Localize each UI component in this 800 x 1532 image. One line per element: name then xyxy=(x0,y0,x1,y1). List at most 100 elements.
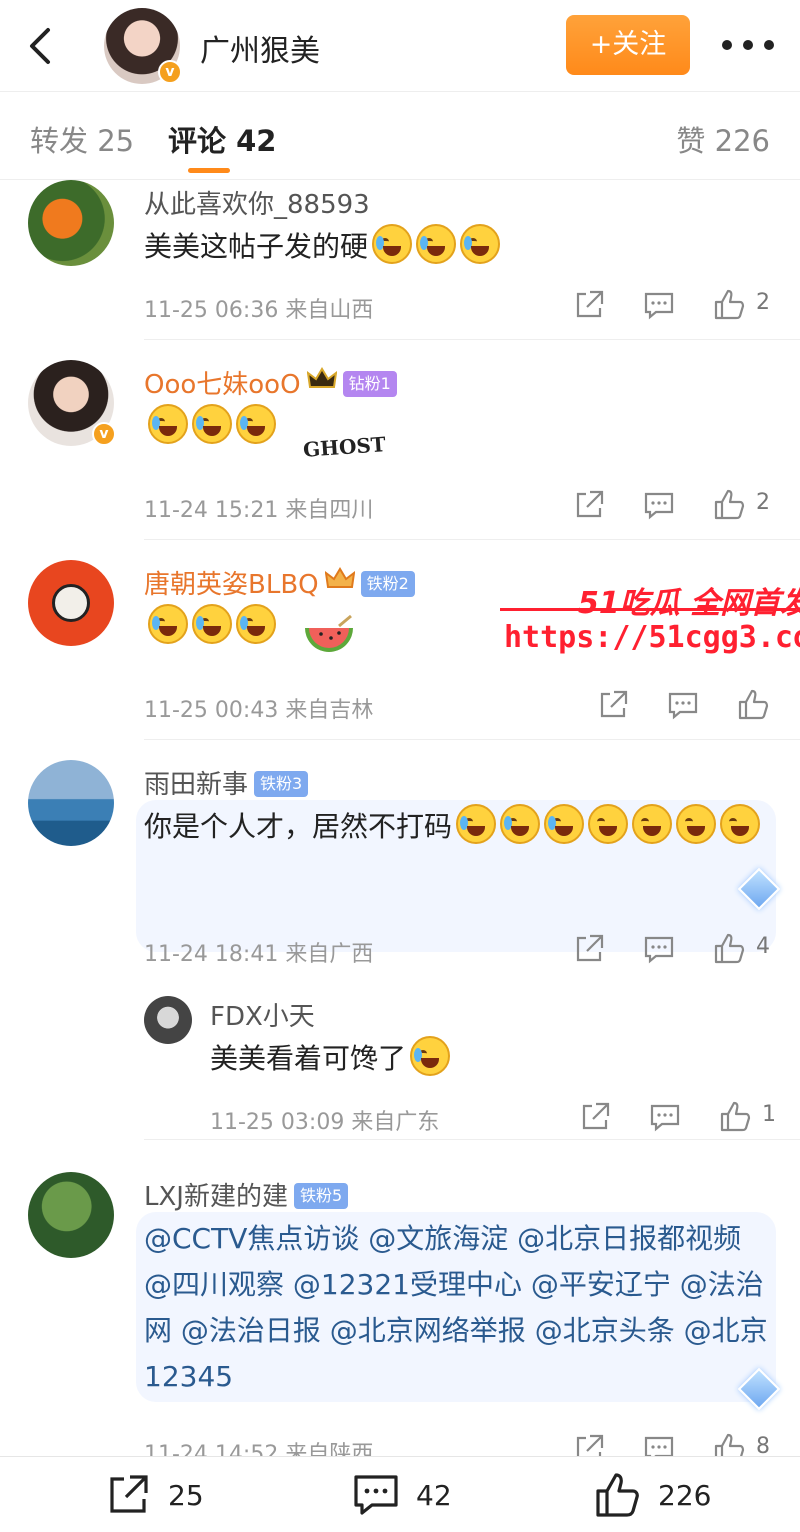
verified-icon: v xyxy=(92,422,116,446)
comment-icon[interactable] xyxy=(642,488,676,522)
top-bar: v 广州狠美 +关注 xyxy=(0,0,800,92)
commenter-avatar[interactable]: v xyxy=(28,360,116,446)
repost-button[interactable]: 25 xyxy=(104,1473,224,1517)
tab-comments[interactable]: 评论 42 xyxy=(168,118,276,160)
comment-item: LXJ新建的建 铁粉5 @CCTV焦点访谈 @文旅海淀 @北京日报都视频 @四川观… xyxy=(0,1140,800,1456)
replier-avatar[interactable] xyxy=(144,996,192,1044)
laugh-cry-emoji-icon xyxy=(192,404,232,444)
back-arrow-icon[interactable] xyxy=(22,24,62,68)
laugh-emoji-icon xyxy=(676,804,717,844)
comment-meta: 11-25 00:43 来自吉林 xyxy=(144,698,374,723)
like-icon[interactable] xyxy=(712,932,746,966)
reply-text: 美美看着可馋了 xyxy=(210,1036,451,1082)
comment-icon[interactable] xyxy=(642,1432,676,1456)
share-icon[interactable] xyxy=(572,1432,606,1456)
laugh-cry-emoji-icon xyxy=(236,604,276,644)
watermark-url: https://51cgg3.com xyxy=(504,620,800,655)
share-icon[interactable] xyxy=(572,488,606,522)
comment-icon[interactable] xyxy=(666,688,700,722)
repost-icon xyxy=(110,1475,148,1513)
like-icon[interactable] xyxy=(712,488,746,522)
laugh-cry-emoji-icon xyxy=(456,804,497,844)
commenter-name-text: 唐朝英姿BLBQ xyxy=(144,570,319,600)
comment-actions: 2 xyxy=(572,488,800,522)
like-icon[interactable] xyxy=(712,288,746,322)
commenter-name[interactable]: 从此喜欢你_88593 xyxy=(144,184,370,221)
share-icon[interactable] xyxy=(572,932,606,966)
follow-button[interactable]: +关注 xyxy=(566,15,690,75)
commenter-name-text: LXJ新建的建 xyxy=(144,1182,288,1212)
comment-icon[interactable] xyxy=(648,1100,682,1134)
laugh-cry-emoji-icon xyxy=(460,224,501,264)
tab-bar: 转发 25 评论 42 赞 226 xyxy=(0,92,800,180)
tab-likes[interactable]: 赞 226 xyxy=(676,118,770,160)
comment-icon[interactable] xyxy=(642,932,676,966)
comment-count: 42 xyxy=(416,1479,452,1512)
bottom-action-bar: 25 42 226 xyxy=(0,1456,800,1532)
comment-button[interactable]: 42 xyxy=(352,1473,472,1517)
share-icon[interactable] xyxy=(578,1100,612,1134)
like-icon[interactable] xyxy=(736,688,770,722)
laugh-cry-emoji-icon xyxy=(148,404,188,444)
laugh-cry-emoji-icon xyxy=(410,1036,451,1076)
laugh-cry-emoji-icon xyxy=(416,224,457,264)
comment-text: 美美这帖子发的硬 xyxy=(144,224,501,270)
like-count: 8 xyxy=(756,1434,770,1456)
like-icon[interactable] xyxy=(712,1432,746,1456)
crown-icon xyxy=(306,367,337,388)
watermelon-icon xyxy=(304,614,353,652)
commenter-name[interactable]: LXJ新建的建 铁粉5 xyxy=(144,1176,349,1213)
tab-repost[interactable]: 转发 25 xyxy=(30,118,134,160)
author-name[interactable]: 广州狠美 xyxy=(200,26,320,70)
more-icon[interactable] xyxy=(722,28,774,62)
commenter-name-text: 雨田新事 xyxy=(144,770,249,800)
comment-actions: 4 xyxy=(572,932,800,966)
like-count: 4 xyxy=(756,934,770,959)
like-count: 2 xyxy=(756,490,770,515)
comment-text: GHOST xyxy=(144,404,386,470)
fan-badge: 铁粉3 xyxy=(254,771,309,797)
watermark-title: 51吃瓜 全网首发 xyxy=(578,586,800,621)
commenter-avatar[interactable] xyxy=(28,560,114,646)
verified-icon: v xyxy=(158,60,182,84)
laugh-cry-emoji-icon xyxy=(236,404,276,444)
share-icon[interactable] xyxy=(572,288,606,322)
comment-item: 从此喜欢你_88593 美美这帖子发的硬 11-25 06:36 来自山西 2 xyxy=(0,180,800,340)
comment-text: @CCTV焦点访谈 @文旅海淀 @北京日报都视频 @四川观察 @12321受理中… xyxy=(144,1222,768,1393)
share-icon[interactable] xyxy=(596,688,630,722)
comment-text-content: 美美这帖子发的硬 xyxy=(144,230,369,263)
comment-meta: 11-24 15:21 来自四川 xyxy=(144,498,374,523)
crown-icon xyxy=(324,567,355,588)
comment-actions: 8 xyxy=(572,1432,800,1456)
commenter-avatar[interactable] xyxy=(28,1172,114,1258)
comment-text: 你是个人才，居然不打码 xyxy=(144,804,764,850)
laugh-cry-emoji-icon xyxy=(372,224,413,264)
fan-badge: 钻粉1 xyxy=(342,371,397,397)
replier-name[interactable]: FDX小天 xyxy=(210,996,315,1033)
laugh-cry-emoji-icon xyxy=(192,604,232,644)
laugh-emoji-icon xyxy=(632,804,673,844)
author-avatar[interactable]: v xyxy=(104,8,182,84)
thumbs-up-icon xyxy=(596,1473,639,1517)
comment-actions xyxy=(596,688,800,722)
laugh-emoji-icon xyxy=(588,804,629,844)
comment-text xyxy=(144,604,357,658)
comment-text-content: 你是个人才，居然不打码 xyxy=(144,810,453,843)
laugh-cry-emoji-icon xyxy=(500,804,541,844)
like-icon[interactable] xyxy=(718,1100,752,1134)
commenter-name[interactable]: 唐朝英姿BLBQ 铁粉2 xyxy=(144,564,415,601)
commenter-name[interactable]: Ooo七妹ooO 钻粉1 xyxy=(144,364,397,401)
fan-badge: 铁粉2 xyxy=(360,571,415,597)
ghost-sticker: GHOST xyxy=(302,432,387,462)
commenter-name-text: Ooo七妹ooO xyxy=(144,370,301,400)
commenter-name[interactable]: 雨田新事 铁粉3 xyxy=(144,764,309,801)
comment-meta: 11-25 06:36 来自山西 xyxy=(144,298,374,323)
comment-meta: 11-24 18:41 来自广西 xyxy=(144,942,374,967)
commenter-avatar[interactable] xyxy=(28,180,114,266)
reply-text-content: 美美看着可馋了 xyxy=(210,1042,407,1075)
reply-actions: 1 xyxy=(578,1100,800,1134)
like-button[interactable]: 226 xyxy=(594,1473,734,1517)
comment-icon[interactable] xyxy=(642,288,676,322)
commenter-avatar[interactable] xyxy=(28,760,114,846)
comment-item: v Ooo七妹ooO 钻粉1 GHOST 11-24 15:21 来自四川 2 xyxy=(0,340,800,540)
